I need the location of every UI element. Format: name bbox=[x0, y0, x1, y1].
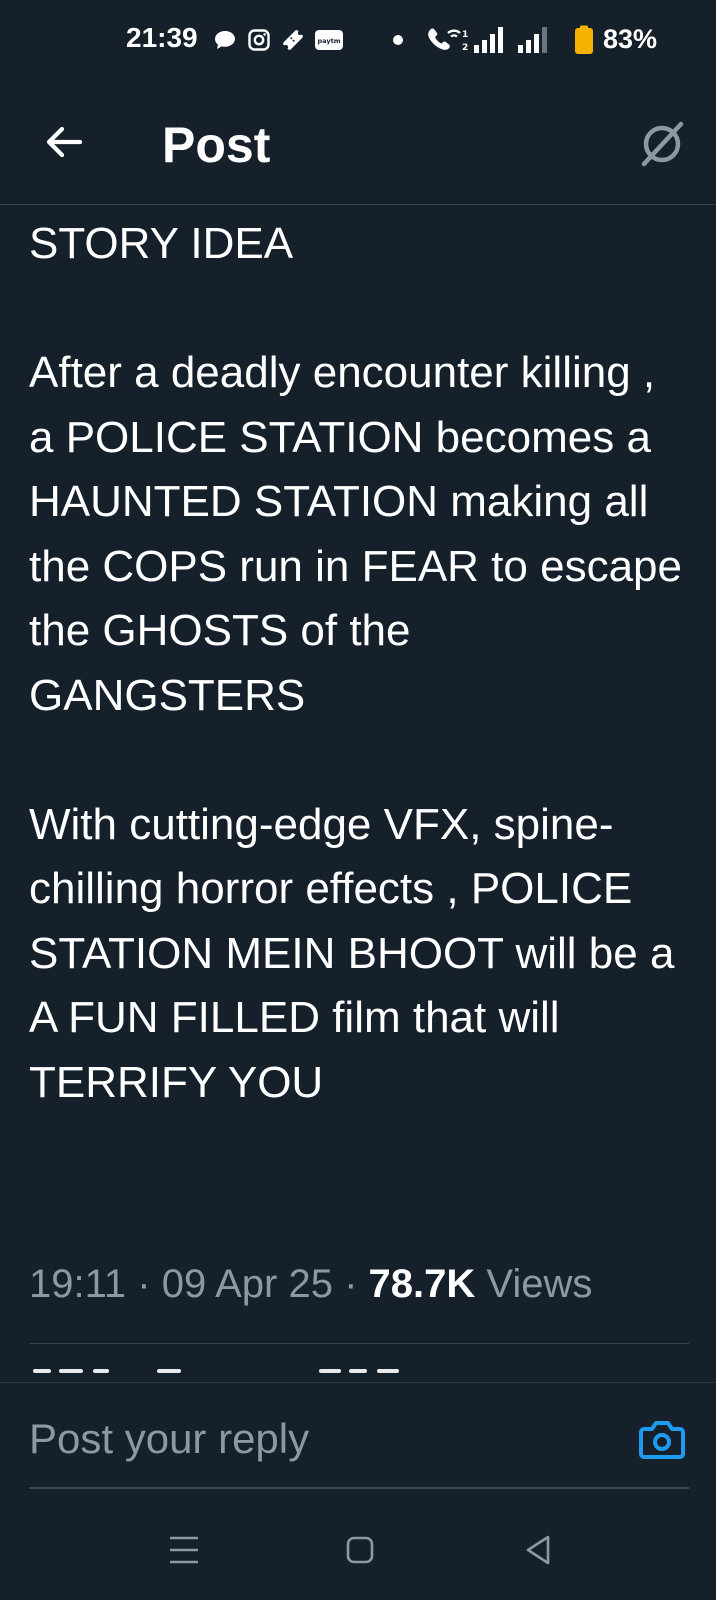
post-paragraph-1: After a deadly encounter killing , a POL… bbox=[29, 348, 682, 720]
post-paragraph-2: With cutting-edge VFX, spine-chilling ho… bbox=[29, 799, 675, 1107]
arrow-left-icon[interactable] bbox=[40, 118, 88, 166]
ticket-icon bbox=[280, 24, 306, 56]
engagement-stats-row bbox=[29, 1369, 689, 1383]
views-label: Views bbox=[486, 1262, 593, 1306]
divider bbox=[29, 1343, 689, 1344]
status-time: 21:39 bbox=[126, 22, 198, 53]
recent-apps-icon[interactable] bbox=[164, 1530, 204, 1570]
meta-separator: · bbox=[137, 1262, 151, 1306]
back-triangle-icon[interactable] bbox=[518, 1530, 558, 1570]
post-date[interactable]: 09 Apr 25 bbox=[162, 1262, 333, 1306]
battery-icon bbox=[573, 24, 595, 56]
system-nav-bar bbox=[0, 1500, 716, 1600]
meta-separator: · bbox=[344, 1262, 358, 1306]
chat-bubble-icon bbox=[212, 24, 238, 56]
post-time[interactable]: 19:11 bbox=[29, 1262, 126, 1306]
home-icon[interactable] bbox=[340, 1530, 380, 1570]
reply-input[interactable]: Post your reply bbox=[29, 1415, 309, 1463]
paytm-label: paytm bbox=[318, 37, 341, 45]
views-count[interactable]: 78.7K bbox=[369, 1262, 476, 1306]
dot-icon bbox=[390, 24, 406, 56]
camera-icon[interactable] bbox=[638, 1417, 686, 1461]
grok-icon[interactable] bbox=[636, 118, 688, 170]
wifi-call-icon: 12 bbox=[426, 24, 468, 56]
svg-text:1: 1 bbox=[462, 30, 468, 40]
reply-bar: Post your reply bbox=[0, 1382, 716, 1493]
post-meta: 19:11 · 09 Apr 25 · 78.7K Views bbox=[29, 1262, 592, 1307]
signal-icon bbox=[472, 24, 512, 56]
svg-text:2: 2 bbox=[462, 43, 468, 53]
post-heading: STORY IDEA bbox=[29, 219, 294, 268]
paytm-icon: paytm bbox=[314, 24, 344, 56]
signal-icon-2 bbox=[516, 24, 556, 56]
battery-percent: 83% bbox=[603, 24, 658, 54]
instagram-icon bbox=[246, 24, 272, 56]
top-app-bar: Post bbox=[0, 82, 716, 205]
post-text: STORY IDEA After a deadly encounter kill… bbox=[29, 212, 689, 1115]
status-bar: 21:39 paytm 12 83% bbox=[0, 0, 716, 82]
reply-underline bbox=[29, 1487, 689, 1489]
page-title: Post bbox=[162, 117, 271, 173]
